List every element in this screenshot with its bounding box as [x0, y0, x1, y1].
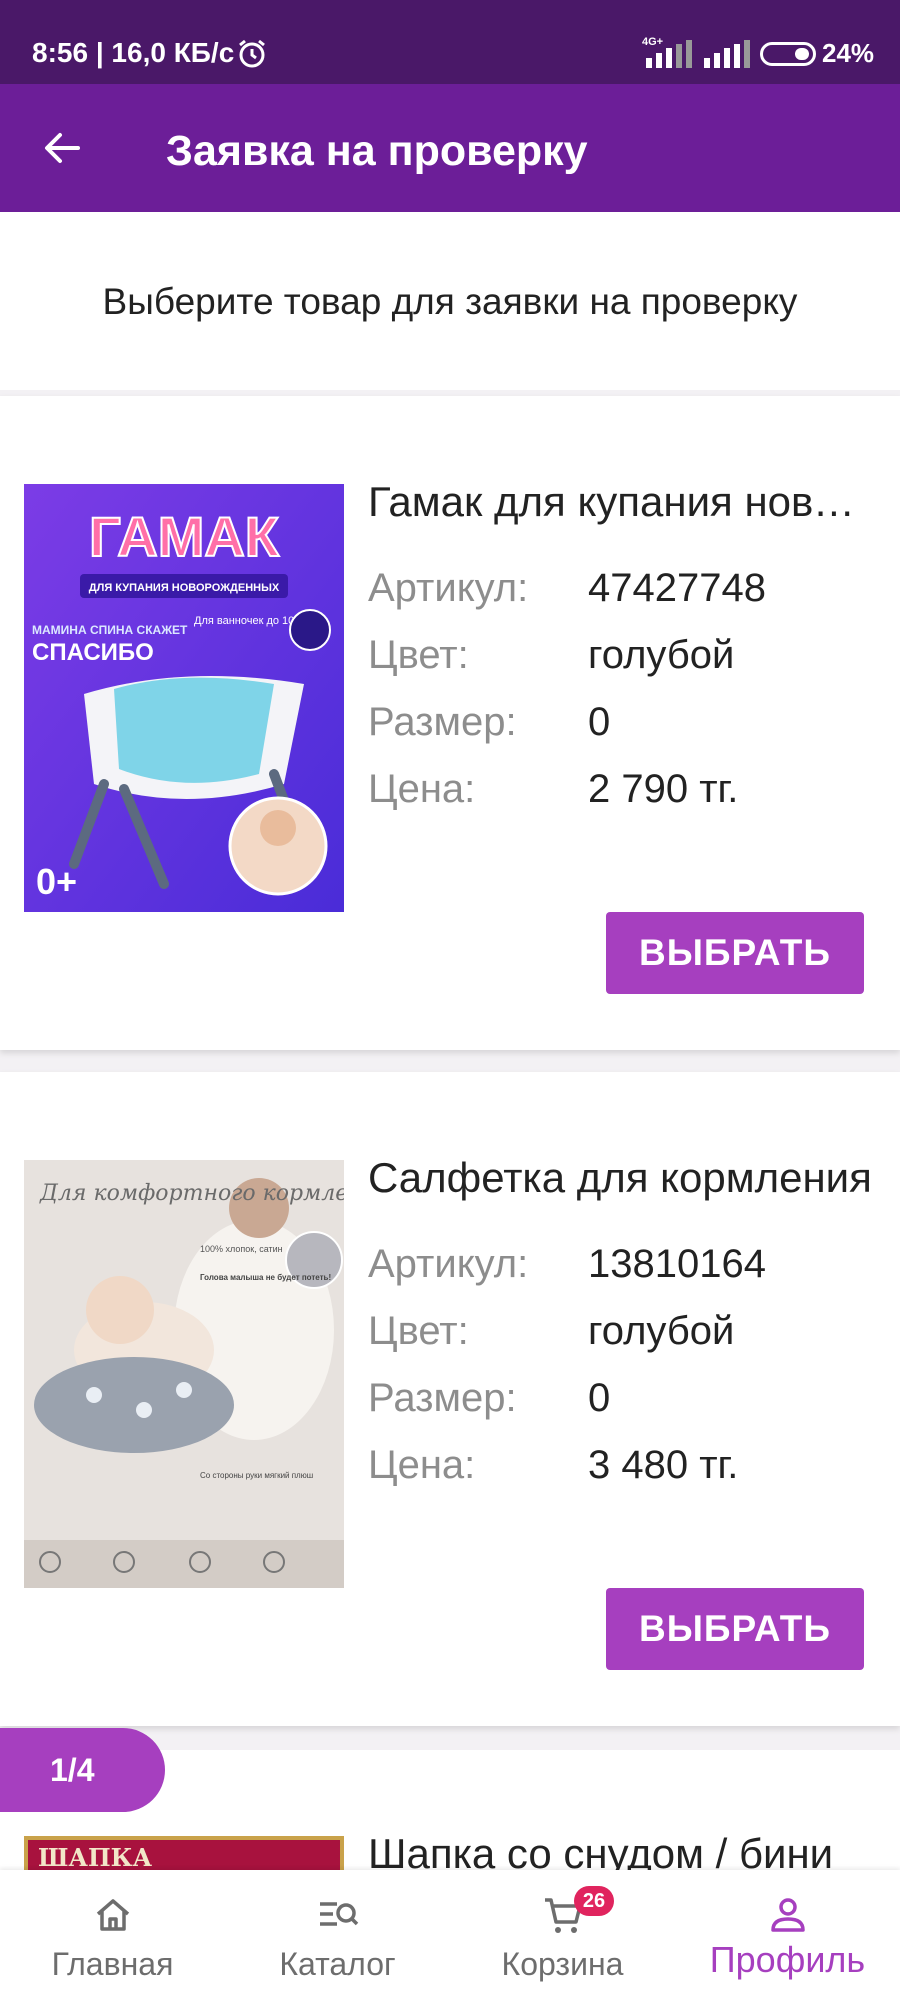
nav-profile[interactable]: Профиль	[675, 1870, 900, 2000]
product-name: Гамак для купания новорожденных	[368, 478, 874, 525]
status-time: 8:56 | 16,0 КБ/с	[32, 37, 235, 68]
article-value: 47427748	[588, 566, 766, 610]
color-label: Цвет:	[368, 633, 469, 677]
choose-button[interactable]: ВЫБРАТЬ	[606, 1588, 864, 1670]
color-value: голубой	[588, 633, 735, 677]
image-note1: 100% хлопок, сатин	[200, 1244, 283, 1254]
image-title: ГАМАК	[89, 505, 280, 568]
price-label: Цена:	[368, 1443, 476, 1487]
color-label: Цвет:	[368, 1309, 469, 1353]
price-value: 2 790 тг.	[588, 767, 739, 811]
nav-home-label: Главная	[51, 1946, 174, 1982]
nav-catalog-label: Каталог	[279, 1946, 396, 1982]
page-indicator: 1/4	[0, 1728, 165, 1812]
nav-home[interactable]: Главная	[0, 1870, 225, 2000]
alarm-icon	[239, 39, 265, 68]
product-name: Салфетка для кормления	[368, 1154, 872, 1201]
choose-button[interactable]: ВЫБРАТЬ	[606, 912, 864, 994]
price-label: Цена:	[368, 767, 476, 811]
app-header: Заявка на проверку	[0, 84, 900, 212]
product-image[interactable]: Для комфортного кормления! 100% хлопок, …	[24, 1160, 344, 1588]
image-title: Для комфортного кормления!	[39, 1181, 344, 1206]
cart-count-badge: 26	[574, 1886, 614, 1916]
size-value: 0	[588, 1376, 611, 1420]
size-label: Размер:	[368, 1376, 517, 1420]
nav-profile-label: Профиль	[709, 1939, 866, 1980]
article-value: 13810164	[588, 1242, 766, 1286]
price-value: 3 480 тг.	[588, 1443, 739, 1487]
home-icon	[96, 1899, 130, 1931]
nav-catalog[interactable]: Каталог	[225, 1870, 450, 2000]
image-age: 0+	[36, 861, 77, 902]
color-value: голубой	[588, 1309, 735, 1353]
product-image[interactable]: ГАМАК ДЛЯ КУПАНИЯ НОВОРОЖДЕННЫХ МАМИНА С…	[24, 484, 344, 912]
bottom-nav: Главная Каталог 26 Корзина Профиль	[0, 1870, 900, 2000]
article-label: Артикул:	[368, 1242, 529, 1286]
catalog-search-icon	[320, 1902, 359, 1926]
instruction-text: Выберите товар для заявки на проверку	[102, 281, 798, 322]
page-title: Заявка на проверку	[166, 127, 588, 175]
size-label: Размер:	[368, 700, 517, 744]
image-promo-line1: МАМИНА СПИНА СКАЖЕТ	[32, 623, 188, 637]
size-value: 0	[588, 700, 611, 744]
product-card: ГАМАК ДЛЯ КУПАНИЯ НОВОРОЖДЕННЫХ МАМИНА С…	[0, 396, 900, 1050]
article-label: Артикул:	[368, 566, 529, 610]
battery-percent: 24%	[822, 38, 875, 68]
image-title: ШАПКА	[38, 1843, 152, 1872]
image-promo-line2: СПАСИБО	[32, 639, 154, 666]
profile-icon	[771, 1898, 805, 1932]
instruction-panel: Выберите товар для заявки на проверку	[0, 212, 900, 390]
nav-cart-label: Корзина	[501, 1946, 624, 1982]
signal-icon	[646, 40, 692, 68]
battery-icon	[760, 42, 816, 66]
nav-cart[interactable]: 26 Корзина	[450, 1870, 675, 2000]
signal-icon-2	[704, 40, 750, 68]
image-note2: Голова малыша не будет потеть!	[200, 1273, 331, 1282]
back-arrow-icon[interactable]	[36, 122, 88, 174]
product-card: Для комфортного кормления! 100% хлопок, …	[0, 1072, 900, 1726]
image-note3: Со стороны руки мягкий плюш	[200, 1471, 313, 1480]
image-banner: ДЛЯ КУПАНИЯ НОВОРОЖДЕННЫХ	[89, 582, 280, 594]
status-bar: 8:56 | 16,0 КБ/с 4G+ 24%	[0, 0, 900, 84]
